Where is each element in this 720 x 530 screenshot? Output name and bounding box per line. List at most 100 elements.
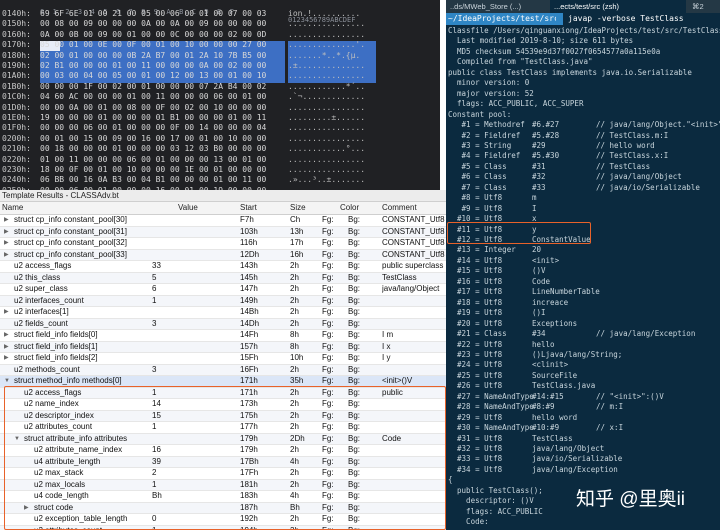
- terminal-tab-2[interactable]: ...ects/test/src (zsh): [550, 0, 686, 13]
- row-value: 16: [152, 445, 161, 454]
- terminal-line: Compiled from "TestClass.java": [446, 57, 720, 67]
- template-row[interactable]: u4 attribute_length 39 17Bh 4h Fg: Bg:: [0, 456, 446, 468]
- template-row[interactable]: ▶ struct field_info fields[0] 14Fh 8h Fg: Bg:…: [0, 330, 446, 342]
- expand-toggle-icon[interactable]: ▶: [4, 342, 14, 353]
- hex-row[interactable]: 01D0h: 00 00 0A 00 01 00 08 00 0F 00 02 0…: [0, 103, 440, 113]
- terminal-line-value: #14:#15: [532, 391, 564, 401]
- template-row[interactable]: u2 descriptor_index 15 175h 2h Fg: Bg:: [0, 410, 446, 422]
- expand-toggle-icon[interactable]: ▶: [24, 503, 34, 514]
- template-row[interactable]: ▶ struct field_info fields[2] 15Fh 10h Fg: Bg…: [0, 353, 446, 365]
- row-fg: Fg:: [322, 479, 334, 489]
- hex-row[interactable]: 0150h: 00 08 00 09 00 00 00 0A 00 0A 00 0…: [0, 19, 440, 29]
- col-start[interactable]: Start: [240, 202, 257, 214]
- expand-toggle-icon[interactable]: ▶: [4, 227, 14, 238]
- terminal-line-text: #17 = Utf8: [448, 287, 503, 297]
- hex-row[interactable]: 0160h: 0A 00 0B 00 09 00 01 00 00 0C 00 0…: [0, 30, 440, 40]
- row-bg: Bg:: [348, 341, 361, 351]
- template-row[interactable]: u2 max_stack 2 17Fh 2h Fg: Bg:: [0, 468, 446, 480]
- template-row[interactable]: u2 attribute_name_index 16 179h 2h Fg: Bg:: [0, 445, 446, 457]
- expand-toggle-icon[interactable]: ▶: [4, 353, 14, 364]
- row-start: 16Fh: [240, 364, 259, 374]
- hex-row-bytes: 05 00 01 00 0E 00 0F 00 01 00 10 00 00 0…: [40, 40, 267, 50]
- hex-row[interactable]: 01E0h: 19 00 00 00 01 00 00 00 01 B1 00 0…: [0, 113, 440, 123]
- template-row[interactable]: u2 this_class 5 145h 2h Fg: Bg: TestClass: [0, 272, 446, 284]
- row-fg: Fg:: [322, 341, 334, 351]
- hex-row[interactable]: 01B0h: 00 00 00 1F 00 02 00 01 00 00 00 0…: [0, 82, 440, 92]
- row-fg: Fg:: [322, 387, 334, 397]
- template-row[interactable]: ▶ struct code 187h Bh Fg: Bg:: [0, 502, 446, 514]
- col-comment[interactable]: Comment: [382, 202, 417, 214]
- row-bg: Bg:: [348, 445, 361, 454]
- terminal-line: Constant pool:: [446, 110, 720, 120]
- expand-toggle-icon[interactable]: ▼: [14, 434, 24, 445]
- terminal-window[interactable]: ..ds/MWeb_Store (...) ...ects/test/src (…: [446, 0, 720, 530]
- terminal-line: #10 = Utf8 x: [446, 214, 720, 224]
- template-row[interactable]: ▶ struct cp_info constant_pool[31] 103h 13h…: [0, 226, 446, 238]
- hex-row[interactable]: 0190h: 02 B1 00 00 00 01 00 11 00 00 00 0…: [0, 61, 440, 71]
- template-row[interactable]: u2 access_flags 33 143h 2h Fg: Bg: public supe…: [0, 261, 446, 273]
- row-start: 175h: [240, 410, 258, 420]
- template-row[interactable]: u2 interfaces_count 1 149h 2h Fg: Bg:: [0, 295, 446, 307]
- hex-row[interactable]: 01C0h: 04 60 AC 00 00 00 01 00 11 00 00 0…: [0, 92, 440, 102]
- template-row[interactable]: ▶ u2 interfaces[1] 14Bh 2h Fg: Bg:: [0, 307, 446, 319]
- expand-toggle-icon[interactable]: ▶: [4, 330, 14, 341]
- hex-row[interactable]: 0240h: 06 BB 00 16 0A B3 00 04 B1 00 00 0…: [0, 175, 440, 185]
- col-name[interactable]: Name: [2, 202, 23, 214]
- template-row[interactable]: ▶ struct cp_info constant_pool[32] 116h 17h…: [0, 238, 446, 250]
- template-row[interactable]: u2 methods_count 3 16Fh 2h Fg: Bg:: [0, 364, 446, 376]
- terminal-line: #19 = Utf8 ()I: [446, 308, 720, 318]
- hex-row[interactable]: 0170h: 05 00 01 00 0E 00 0F 00 01 00 10 0…: [0, 40, 440, 50]
- row-value: 15: [152, 410, 161, 420]
- hex-row[interactable]: 01A0h: 00 03 00 04 00 05 00 01 00 12 00 1…: [0, 71, 440, 81]
- hex-row[interactable]: 0140h: 69 6F 6E 01 00 21 00 05 00 06 00 0…: [0, 9, 440, 19]
- terminal-tab-1[interactable]: ..ds/MWeb_Store (...): [446, 0, 548, 13]
- template-row[interactable]: ▶ struct cp_info constant_pool[30] F7h Ch Fg…: [0, 215, 446, 227]
- template-row[interactable]: u2 access_flags 1 171h 2h Fg: Bg: public: [0, 387, 446, 399]
- col-color[interactable]: Color: [340, 202, 359, 214]
- expand-toggle-icon[interactable]: ▶: [4, 238, 14, 249]
- terminal-line: #16 = Utf8 Code: [446, 277, 720, 287]
- row-start: 145h: [240, 272, 258, 282]
- template-row[interactable]: u2 fields_count 3 14Dh 2h Fg: Bg:: [0, 318, 446, 330]
- expand-toggle-icon[interactable]: ▶: [4, 307, 14, 318]
- hex-row[interactable]: 0230h: 18 00 0F 00 01 00 10 00 00 00 1E 0…: [0, 165, 440, 175]
- row-comment: TestClass: [382, 272, 417, 282]
- terminal-line-comment: // java/io/Serializable: [596, 182, 700, 192]
- terminal-line-text: #11 = Utf8: [448, 224, 503, 234]
- template-row[interactable]: u2 max_locals 1 181h 2h Fg: Bg:: [0, 479, 446, 491]
- template-row[interactable]: ▶ struct cp_info constant_pool[33] 12Dh 16h…: [0, 249, 446, 261]
- terminal-line-text: #20 = Utf8: [448, 318, 503, 328]
- row-comment: CONSTANT_Utf8: [382, 249, 445, 259]
- template-row[interactable]: ▼ struct attribute_info attributes 179h 2Dh…: [0, 433, 446, 445]
- hex-row[interactable]: 0210h: 00 18 00 00 00 01 00 00 00 03 12 0…: [0, 144, 440, 154]
- hex-row[interactable]: 0180h: 02 00 01 00 00 00 0B 2A B7 00 01 2…: [0, 51, 440, 61]
- template-row[interactable]: ▶ struct field_info fields[1] 157h 8h Fg: Bg:…: [0, 341, 446, 353]
- template-row[interactable]: ▼ struct method_info methods[0] 171h 35h Fg:…: [0, 376, 446, 388]
- template-row[interactable]: u2 super_class 6 147h 2h Fg: Bg: java/lang/Obj…: [0, 284, 446, 296]
- template-row[interactable]: u2 attributes_count 1 194h 2h Fg: Bg:: [0, 525, 446, 530]
- row-comment: Code: [382, 433, 402, 443]
- terminal-line: #28 = NameAndType #8:#9 // m:I: [446, 402, 720, 412]
- template-row[interactable]: u4 code_length Bh 183h 4h Fg: Bg:: [0, 491, 446, 503]
- template-row[interactable]: u2 exception_table_length 0 192h 2h Fg: Bg:: [0, 514, 446, 526]
- terminal-line-value: LineNumberTable: [532, 287, 600, 297]
- row-fg: Fg:: [322, 226, 334, 236]
- hex-row[interactable]: 0200h: 00 01 00 15 00 09 00 16 00 17 00 0…: [0, 134, 440, 144]
- expand-toggle-icon[interactable]: ▶: [4, 250, 14, 261]
- terminal-line: #14 = Utf8 <init>: [446, 256, 720, 266]
- hex-row[interactable]: 0220h: 01 00 11 00 00 00 06 00 01 00 00 0…: [0, 155, 440, 165]
- hex-row-addr: 0160h:: [2, 29, 31, 39]
- template-row[interactable]: u2 attributes_count 1 177h 2h Fg: Bg:: [0, 422, 446, 434]
- terminal-line-value: <init>: [532, 255, 560, 265]
- col-value[interactable]: Value: [178, 202, 198, 214]
- expand-toggle-icon[interactable]: ▶: [4, 215, 14, 226]
- terminal-line: public class TestClass implements java.i…: [446, 68, 720, 78]
- terminal-line-text: flags: ACC_PUBLIC, ACC_SUPER: [448, 99, 584, 109]
- hex-editor-pane[interactable]: 0 1 2 3 4 5 6 7 8 9 A B C D E F 01234567…: [0, 0, 440, 190]
- template-row[interactable]: u2 name_index 14 173h 2h Fg: Bg:: [0, 399, 446, 411]
- hex-row-bytes: 00 01 00 15 00 09 00 16 00 17 00 01 00 1…: [40, 133, 267, 143]
- expand-toggle-icon[interactable]: ▼: [4, 376, 14, 387]
- hex-row[interactable]: 01F0h: 00 00 00 06 00 01 00 00 00 0F 00 1…: [0, 123, 440, 133]
- col-size[interactable]: Size: [290, 202, 306, 214]
- terminal-line: #6 = Class #32 // java/lang/Object: [446, 172, 720, 182]
